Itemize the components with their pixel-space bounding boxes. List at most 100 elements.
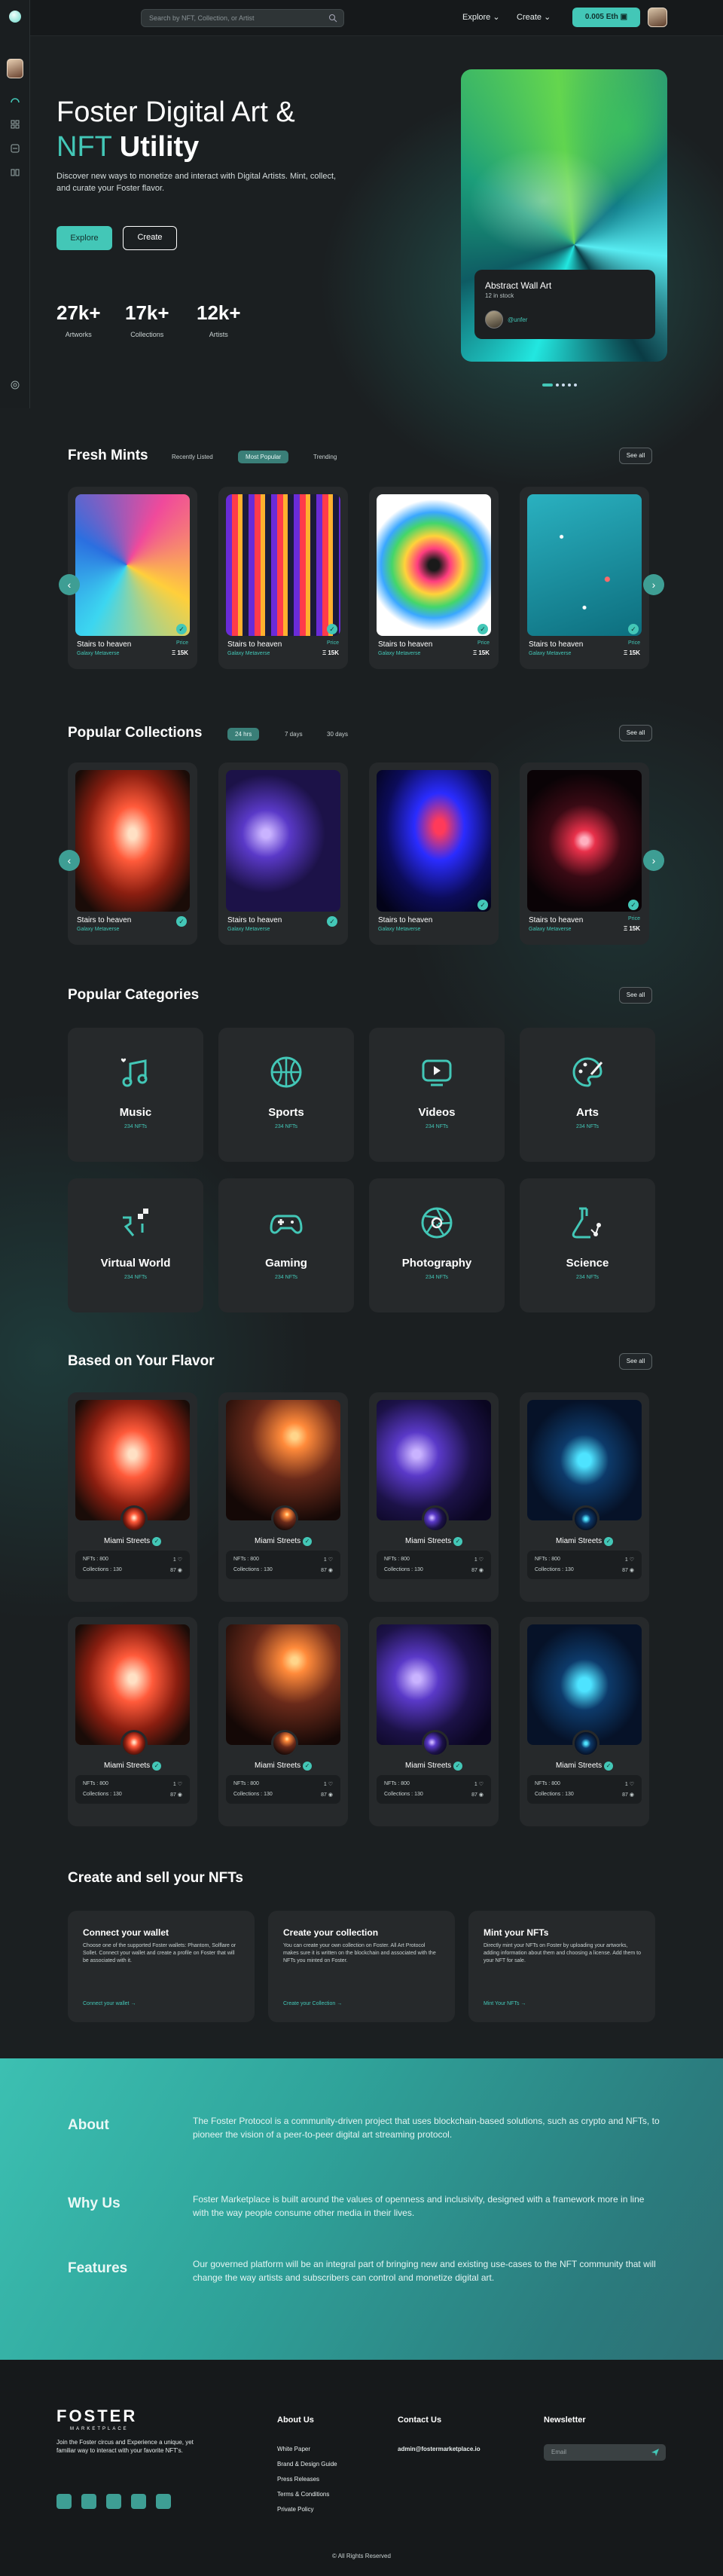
creator-name: Miami Streets ✓: [520, 1537, 649, 1546]
likes-stat[interactable]: 1 ♡: [173, 1781, 182, 1787]
collection-card[interactable]: Stairs to heaven Galaxy Metaverse ✓: [218, 762, 348, 945]
features-text: Our governed platform will be an integra…: [193, 2259, 656, 2283]
explore-button[interactable]: Explore: [56, 226, 112, 250]
see-all-button[interactable]: See all: [619, 448, 652, 464]
see-all-button[interactable]: See all: [619, 725, 652, 741]
creator-card[interactable]: Miami Streets ✓ NFTs : 800 1 ♡ Collections …: [520, 1617, 649, 1826]
instagram-icon[interactable]: [56, 2494, 72, 2509]
tab-30-days[interactable]: 30 days: [319, 728, 355, 741]
creator-avatar[interactable]: [485, 310, 503, 328]
nft-collection: Galaxy Metaverse: [77, 651, 120, 656]
tab-24-hrs[interactable]: 24 hrs: [227, 728, 260, 741]
nav-create[interactable]: Create ⌄: [517, 12, 551, 22]
create-button[interactable]: Create: [123, 226, 177, 250]
arrow-right-icon: →: [130, 2001, 136, 2006]
settings-icon[interactable]: [10, 380, 20, 390]
price-label: Price: [628, 916, 640, 921]
category-count: 234 NFTs: [426, 1275, 448, 1280]
footer-link[interactable]: White Paper: [277, 2446, 310, 2452]
creator-name: Miami Streets ✓: [68, 1762, 197, 1771]
camera-aperture-icon: [421, 1207, 453, 1239]
featured-nft-card[interactable]: Abstract Wall Art 12 in stock @unfer: [461, 69, 667, 362]
collection-card[interactable]: ✓ Stairs to heaven Galaxy Metaverse Price…: [520, 762, 649, 945]
creator-card[interactable]: Miami Streets ✓ NFTs : 800 1 ♡ Collections …: [369, 1392, 499, 1602]
twitter-icon[interactable]: [156, 2494, 171, 2509]
eye-icon: ◉: [177, 1568, 182, 1573]
carousel-dots[interactable]: [542, 377, 580, 390]
grid-icon[interactable]: [10, 119, 20, 130]
stat-artworks: 27k+ Artworks: [56, 301, 101, 338]
tab-trending[interactable]: Trending: [306, 451, 344, 463]
tab-7-days[interactable]: 7 days: [277, 728, 310, 741]
footer-logo[interactable]: FOSTER MARKETPLACE: [56, 2406, 137, 2431]
newsletter-email-input[interactable]: Email: [544, 2444, 666, 2461]
creator-card[interactable]: Miami Streets ✓ NFTs : 800 1 ♡ Collections …: [369, 1617, 499, 1826]
verified-icon: ✓: [151, 1537, 161, 1546]
likes-stat[interactable]: 1 ♡: [625, 1557, 634, 1563]
see-all-button[interactable]: See all: [619, 1353, 652, 1370]
contact-email[interactable]: admin@fostermarketplace.io: [398, 2446, 480, 2452]
connect-wallet-link[interactable]: Connect your wallet →: [83, 2001, 136, 2006]
next-arrow-icon[interactable]: ›: [643, 850, 664, 871]
book-icon[interactable]: [10, 167, 20, 178]
next-arrow-icon[interactable]: ›: [643, 574, 664, 595]
category-photography[interactable]: Photography 234 NFTs: [369, 1178, 505, 1312]
category-science[interactable]: Science 234 NFTs: [520, 1178, 655, 1312]
tab-most-popular[interactable]: Most Popular: [238, 451, 289, 463]
prev-arrow-icon[interactable]: ‹: [59, 574, 80, 595]
facebook-icon[interactable]: [106, 2494, 121, 2509]
footer-link[interactable]: Press Releases: [277, 2476, 319, 2483]
likes-stat[interactable]: 1 ♡: [625, 1781, 634, 1787]
nft-card[interactable]: ✓ Stairs to heaven Galaxy Metaverse Price…: [68, 487, 197, 669]
price-value: Ξ 15K: [171, 649, 188, 656]
likes-stat[interactable]: 1 ♡: [324, 1781, 333, 1787]
likes-stat[interactable]: 1 ♡: [474, 1557, 484, 1563]
step-description: Directly mint your NFTs on Foster by upl…: [484, 1943, 641, 1963]
send-icon[interactable]: [651, 2448, 660, 2457]
category-arts[interactable]: Arts 234 NFTs: [520, 1028, 655, 1162]
creator-stats: NFTs : 800 1 ♡ Collections : 130 87 ◉: [527, 1551, 642, 1579]
category-virtual-world[interactable]: Virtual World 234 NFTs: [68, 1178, 203, 1312]
search-input[interactable]: Search by NFT, Collection, or Artist: [141, 9, 344, 27]
logo-icon[interactable]: [9, 11, 21, 23]
tab-recently-listed[interactable]: Recently Listed: [164, 451, 221, 463]
footer-link[interactable]: Private Policy: [277, 2506, 313, 2513]
category-count: 234 NFTs: [576, 1275, 599, 1280]
telegram-icon[interactable]: [131, 2494, 146, 2509]
footer-link[interactable]: Terms & Conditions: [277, 2491, 329, 2498]
wallet-button[interactable]: 0.005 Eth ▣: [572, 8, 640, 27]
see-all-button[interactable]: See all: [619, 987, 652, 1004]
mint-nfts-link[interactable]: Mint Your NFTs →: [484, 2001, 526, 2006]
prev-arrow-icon[interactable]: ‹: [59, 850, 80, 871]
collection-card[interactable]: Stairs to heaven Galaxy Metaverse ✓: [68, 762, 197, 945]
youtube-icon[interactable]: [81, 2494, 96, 2509]
nav-explore[interactable]: Explore ⌄: [462, 12, 500, 22]
likes-stat[interactable]: 1 ♡: [173, 1557, 182, 1563]
category-sports[interactable]: Sports 234 NFTs: [218, 1028, 354, 1162]
sidebar-avatar[interactable]: [7, 59, 23, 78]
creator-card[interactable]: Miami Streets ✓ NFTs : 800 1 ♡ Collections …: [68, 1392, 197, 1602]
category-count: 234 NFTs: [124, 1124, 147, 1129]
creator-card[interactable]: Miami Streets ✓ NFTs : 800 1 ♡ Collections …: [218, 1617, 348, 1826]
category-videos[interactable]: Videos 234 NFTs: [369, 1028, 505, 1162]
heart-icon: ♡: [177, 1557, 182, 1563]
creator-card[interactable]: Miami Streets ✓ NFTs : 800 1 ♡ Collections …: [68, 1617, 197, 1826]
nft-card[interactable]: ✓ Stairs to heaven Galaxy Metaverse Price…: [520, 487, 649, 669]
rainbow-icon[interactable]: [10, 95, 20, 105]
footer-link[interactable]: Brand & Design Guide: [277, 2461, 337, 2468]
likes-stat[interactable]: 1 ♡: [474, 1781, 484, 1787]
image-icon[interactable]: [10, 143, 20, 154]
nft-card[interactable]: ✓ Stairs to heaven Galaxy Metaverse Price…: [369, 487, 499, 669]
user-avatar[interactable]: [648, 8, 667, 27]
creator-card[interactable]: Miami Streets ✓ NFTs : 800 1 ♡ Collections …: [218, 1392, 348, 1602]
creator-handle[interactable]: @unfer: [508, 316, 527, 323]
category-gaming[interactable]: Gaming 234 NFTs: [218, 1178, 354, 1312]
price-value: Ξ 15K: [322, 649, 339, 656]
likes-stat[interactable]: 1 ♡: [324, 1557, 333, 1563]
collection-card[interactable]: ✓ Stairs to heaven Galaxy Metaverse: [369, 762, 499, 945]
nft-card[interactable]: ✓ Stairs to heaven Galaxy Metaverse Price…: [218, 487, 348, 669]
create-collection-link[interactable]: Create your Collection →: [283, 2001, 342, 2006]
category-music[interactable]: Music 234 NFTs: [68, 1028, 203, 1162]
views-stat: 87 ◉: [622, 1568, 634, 1573]
creator-card[interactable]: Miami Streets ✓ NFTs : 800 1 ♡ Collections …: [520, 1392, 649, 1602]
